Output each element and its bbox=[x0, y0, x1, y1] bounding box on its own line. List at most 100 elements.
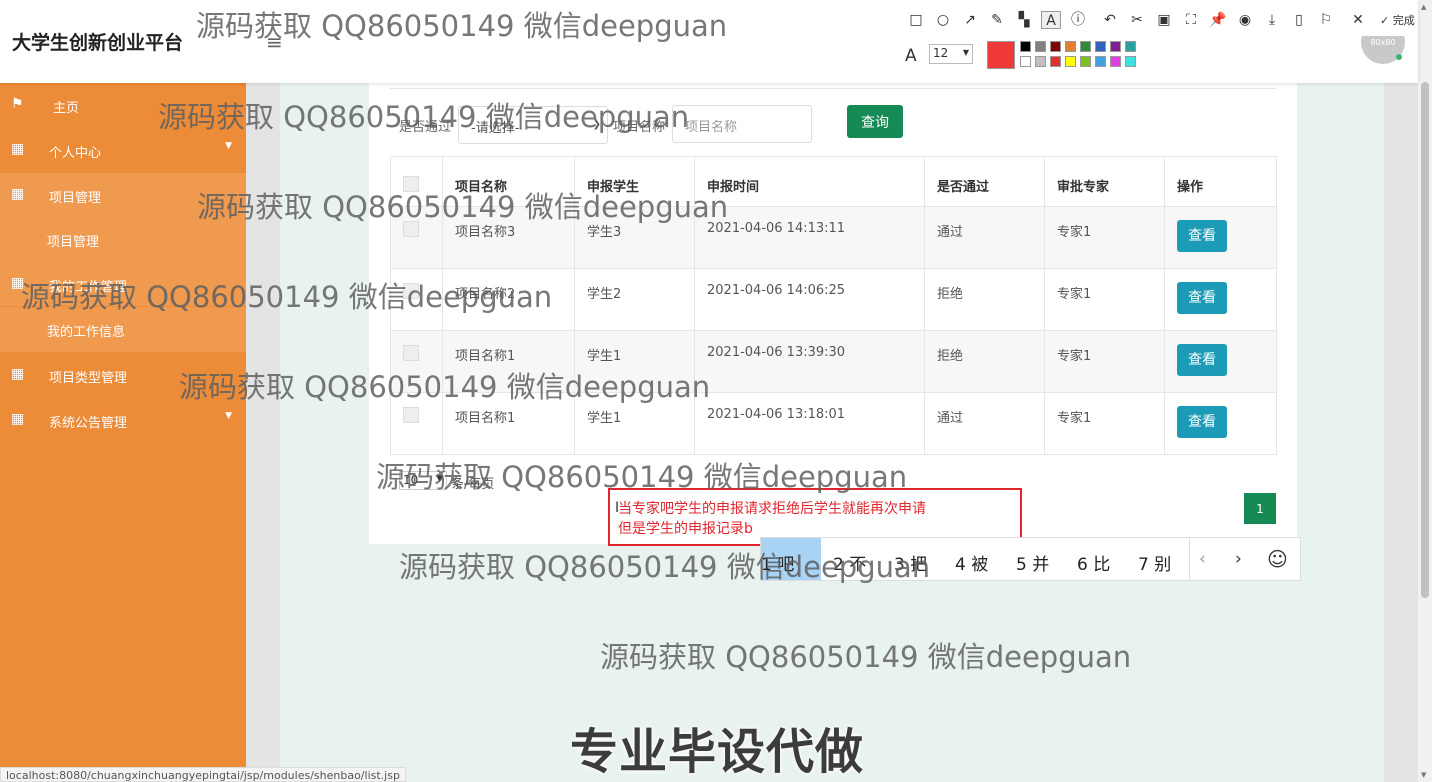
ime-candidate[interactable]: 7 别 bbox=[1138, 550, 1171, 575]
submit-time-cell: 2021-04-06 13:39:30 bbox=[694, 330, 925, 393]
search-button[interactable]: 查询 bbox=[847, 105, 903, 138]
mosaic-tool-icon[interactable]: ▚ bbox=[1014, 11, 1034, 29]
rectangle-tool-icon[interactable]: □ bbox=[906, 11, 926, 29]
ime-candidate[interactable]: 5 并 bbox=[1016, 550, 1049, 575]
pen-tool-icon[interactable]: ✎ bbox=[987, 11, 1007, 29]
color-swatch[interactable] bbox=[1035, 56, 1046, 67]
column-header: 是否通过 bbox=[924, 156, 1045, 207]
scroll-down-icon[interactable]: ▼ bbox=[1421, 771, 1426, 779]
color-swatch[interactable] bbox=[1125, 56, 1136, 67]
annotation-properties: A 12 ▼ bbox=[898, 36, 1144, 74]
sidebar-item-home[interactable]: ⚑ 主页 bbox=[0, 83, 246, 127]
text-tool-icon[interactable]: A bbox=[1041, 11, 1061, 29]
color-swatch[interactable] bbox=[1065, 56, 1076, 67]
number-marker-icon[interactable]: ⓘ bbox=[1068, 11, 1088, 29]
approved-cell: 通过 bbox=[924, 392, 1045, 455]
sidebar-item-label: 主页 bbox=[53, 101, 80, 116]
select-all-checkbox[interactable] bbox=[403, 176, 419, 192]
undo-icon[interactable]: ↶ bbox=[1100, 11, 1120, 29]
ime-next-icon[interactable]: › bbox=[1235, 549, 1242, 569]
chevron-down-icon: ❯ bbox=[592, 119, 601, 130]
sidebar-item-my-work[interactable]: ▦ 我的工作管理 bbox=[0, 262, 246, 306]
view-button[interactable]: 查看 bbox=[1177, 282, 1227, 314]
page-scrollbar[interactable]: ▲ ▼ bbox=[1418, 0, 1432, 782]
phone-icon[interactable]: ▯ bbox=[1289, 11, 1309, 29]
project-name-cell: 项目名称3 bbox=[442, 206, 575, 269]
content-left-gutter bbox=[246, 83, 280, 782]
actions-cell: 查看 bbox=[1164, 206, 1277, 269]
color-swatch[interactable] bbox=[1110, 56, 1121, 67]
sidebar-item-personal-center[interactable]: ▦ 个人中心 ▼ bbox=[0, 128, 246, 172]
app-title: 大学生创新创业平台 bbox=[12, 32, 184, 54]
ime-candidate[interactable]: 2 不 bbox=[833, 550, 866, 575]
crop-icon[interactable]: ✂ bbox=[1127, 11, 1147, 29]
record-icon[interactable]: ◉ bbox=[1235, 11, 1255, 29]
chevron-down-icon: ▼ bbox=[436, 474, 443, 484]
sidebar-item-project-types[interactable]: ▦ 项目类型管理 bbox=[0, 353, 246, 397]
bookmark-icon[interactable]: ⚐ bbox=[1316, 11, 1336, 29]
pin-icon[interactable]: 📌 bbox=[1208, 11, 1228, 29]
sidebar-item-label: 项目类型管理 bbox=[49, 371, 128, 386]
text-cursor-icon: I bbox=[615, 500, 620, 516]
scroll-up-icon[interactable]: ▲ bbox=[1421, 3, 1426, 11]
scroll-thumb[interactable] bbox=[1421, 82, 1429, 598]
sidebar-subitem-project-management[interactable]: 项目管理 bbox=[0, 217, 246, 262]
sidebar-item-label: 项目管理 bbox=[47, 235, 100, 250]
color-swatch[interactable] bbox=[1095, 56, 1106, 67]
color-swatch[interactable] bbox=[1080, 41, 1091, 52]
name-filter-input[interactable]: 项目名称 bbox=[672, 105, 812, 143]
annotation-text-line: 但是学生的申报记录b bbox=[618, 521, 753, 537]
ime-prev-icon[interactable]: ‹ bbox=[1199, 549, 1206, 569]
sidebar-item-project-management[interactable]: ▦ 项目管理 bbox=[0, 173, 246, 217]
color-swatch[interactable] bbox=[1125, 41, 1136, 52]
ime-candidate-bar: 1 吧 2 不 3 把 4 被 5 并 6 比 7 别 ‹ › ☺ bbox=[760, 537, 1301, 581]
font-size-select[interactable]: 12 ▼ bbox=[929, 44, 973, 64]
color-swatch[interactable] bbox=[1020, 56, 1031, 67]
page-size-select[interactable]: 10 ▼ bbox=[399, 471, 447, 490]
sidebar-item-announcements[interactable]: ▦ 系统公告管理 ▼ bbox=[0, 398, 246, 442]
color-swatch[interactable] bbox=[1110, 41, 1121, 52]
arrow-tool-icon[interactable]: ↗ bbox=[960, 11, 980, 29]
row-checkbox[interactable] bbox=[403, 407, 419, 423]
ellipse-tool-icon[interactable]: ○ bbox=[933, 11, 953, 29]
student-cell: 学生2 bbox=[574, 268, 695, 331]
row-checkbox[interactable] bbox=[403, 345, 419, 361]
table-row: 项目名称1 学生1 2021-04-06 13:18:01 通过 专家1 查看 bbox=[390, 392, 1277, 455]
card-divider bbox=[390, 88, 1276, 89]
sidebar-subitem-my-work-info[interactable]: 我的工作信息 bbox=[0, 307, 246, 352]
download-icon[interactable]: ⤓ bbox=[1262, 11, 1282, 29]
color-swatch[interactable] bbox=[1050, 56, 1061, 67]
ime-candidate[interactable]: 3 把 bbox=[894, 550, 927, 575]
name-filter-placeholder: 项目名称 bbox=[685, 120, 738, 135]
actions-cell: 查看 bbox=[1164, 392, 1277, 455]
color-swatch[interactable] bbox=[1065, 41, 1076, 52]
color-swatch[interactable] bbox=[1035, 41, 1046, 52]
color-swatch[interactable] bbox=[1080, 56, 1091, 67]
page-button-current[interactable]: 1 bbox=[1244, 493, 1276, 524]
ime-divider bbox=[1189, 538, 1190, 580]
content-right-gutter bbox=[1384, 83, 1418, 782]
advertisement-text: 专业毕设代做 bbox=[570, 724, 865, 780]
row-checkbox[interactable] bbox=[403, 283, 419, 299]
menu-toggle-icon[interactable]: ≡ bbox=[266, 30, 283, 54]
color-swatch[interactable] bbox=[1050, 41, 1061, 52]
current-color-swatch[interactable] bbox=[987, 41, 1015, 69]
fullscreen-icon[interactable]: ⛶ bbox=[1181, 11, 1201, 29]
submit-time-cell: 2021-04-06 14:06:25 bbox=[694, 268, 925, 331]
ime-candidate[interactable]: 6 比 bbox=[1077, 550, 1110, 575]
approved-filter-select[interactable]: -请选择- ❯ bbox=[458, 106, 608, 144]
ocr-icon[interactable]: ▣ bbox=[1154, 11, 1174, 29]
emoji-icon[interactable]: ☺ bbox=[1267, 547, 1288, 571]
column-header: 审批专家 bbox=[1044, 156, 1165, 207]
close-icon[interactable]: ✕ bbox=[1348, 11, 1368, 29]
ime-candidate[interactable]: 1 吧 bbox=[761, 538, 821, 580]
view-button[interactable]: 查看 bbox=[1177, 406, 1227, 438]
color-swatch[interactable] bbox=[1020, 41, 1031, 52]
submit-time-cell: 2021-04-06 13:18:01 bbox=[694, 392, 925, 455]
color-swatch[interactable] bbox=[1095, 41, 1106, 52]
view-button[interactable]: 查看 bbox=[1177, 220, 1227, 252]
ime-candidate[interactable]: 4 被 bbox=[955, 550, 988, 575]
done-button[interactable]: ✓ 完成 bbox=[1380, 12, 1415, 28]
row-checkbox[interactable] bbox=[403, 221, 419, 237]
view-button[interactable]: 查看 bbox=[1177, 344, 1227, 376]
